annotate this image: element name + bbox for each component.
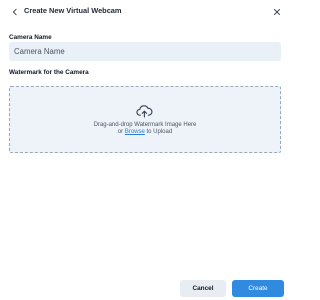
dialog-header: Create New Virtual Webcam xyxy=(0,0,289,25)
close-icon xyxy=(274,9,280,15)
camera-name-label: Camera Name xyxy=(9,34,52,41)
dropzone-instructions: Drag-and-drop Watermark Image Here xyxy=(93,122,197,128)
browse-prefix: or xyxy=(117,129,125,135)
back-button[interactable] xyxy=(8,5,22,19)
cancel-button[interactable]: Cancel xyxy=(180,280,226,297)
camera-name-input[interactable] xyxy=(9,42,281,61)
watermark-label: Watermark for the Camera xyxy=(9,69,89,76)
dropzone-browse-line: or Browse to Upload xyxy=(10,129,280,135)
dialog-title: Create New Virtual Webcam xyxy=(24,6,122,15)
create-button[interactable]: Create xyxy=(232,280,284,297)
browse-link[interactable]: Browse xyxy=(125,129,145,135)
cloud-upload-icon xyxy=(136,105,153,118)
chevron-left-icon xyxy=(12,8,17,16)
watermark-dropzone[interactable]: Drag-and-drop Watermark Image Here or Br… xyxy=(9,86,281,153)
browse-suffix: to Upload xyxy=(144,129,173,135)
close-button[interactable] xyxy=(270,5,284,19)
